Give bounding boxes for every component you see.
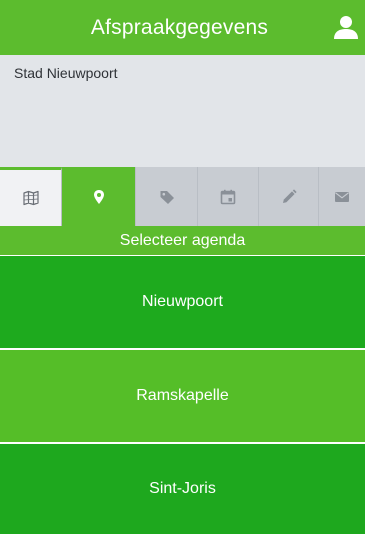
tab-date[interactable] xyxy=(198,167,259,226)
envelope-icon xyxy=(335,191,349,202)
appointment-info-panel: Stad Nieuwpoort xyxy=(0,55,365,167)
agenda-list: Nieuwpoort Ramskapelle Sint-Joris xyxy=(0,256,365,534)
page-title: Afspraakgegevens xyxy=(90,15,269,39)
map-icon xyxy=(22,190,39,206)
app-header: Afspraakgegevens xyxy=(0,0,365,55)
step-tabs xyxy=(0,167,365,226)
agenda-item-nieuwpoort[interactable]: Nieuwpoort xyxy=(0,256,365,350)
tab-type[interactable] xyxy=(136,167,198,226)
calendar-icon xyxy=(220,189,236,204)
section-title: Selecteer agenda xyxy=(0,226,365,256)
organization-name: Stad Nieuwpoort xyxy=(14,65,118,81)
tab-details[interactable] xyxy=(259,167,319,226)
user-icon[interactable] xyxy=(333,14,359,40)
tab-location[interactable] xyxy=(62,167,136,226)
tab-map[interactable] xyxy=(0,167,62,226)
location-pin-icon xyxy=(93,189,104,204)
tab-confirm[interactable] xyxy=(319,167,365,226)
agenda-item-sint-joris[interactable]: Sint-Joris xyxy=(0,444,365,534)
pencil-icon xyxy=(282,188,297,203)
agenda-item-ramskapelle[interactable]: Ramskapelle xyxy=(0,350,365,444)
tag-icon xyxy=(160,190,174,204)
